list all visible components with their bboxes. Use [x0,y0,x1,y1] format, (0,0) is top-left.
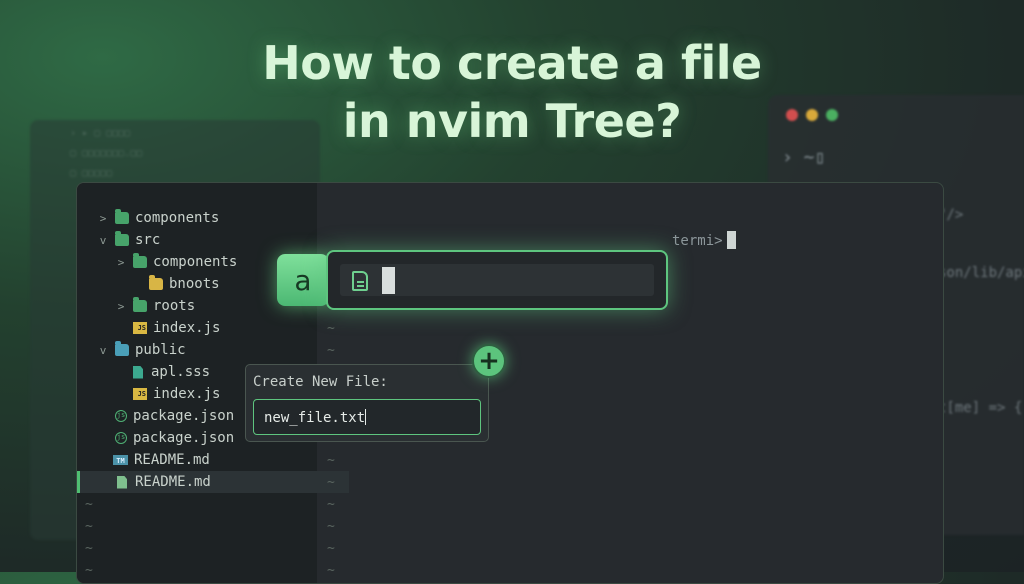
text-caret [365,409,367,425]
folder-icon [133,297,147,312]
tree-item-components[interactable]: > components [77,207,331,229]
create-file-dialog: Create New File: new_file.txt [245,364,489,442]
tree-item-src[interactable]: v src [77,229,331,251]
command-input[interactable] [340,264,654,296]
tree-item-label: src [135,232,161,248]
empty-line-marker: ~ [327,497,335,512]
node-icon: js [115,410,127,422]
file-name-input[interactable]: new_file.txt [253,399,481,435]
tree-item-public[interactable]: v public [77,339,331,361]
tree-item-readme[interactable]: TM README.md [77,449,347,471]
nvim-window: > components v src > components bnoots >… [76,182,944,584]
tree-item-readme-selected[interactable]: README.md [77,471,349,493]
background-prompt: › ~▯ [782,147,826,168]
empty-line-marker: ~ [327,321,335,336]
chevron-right-icon: > [99,211,107,225]
empty-line-marker: ~ [327,541,335,556]
keyboard-key-a: a [277,254,329,306]
empty-line-marker: ~ [85,541,93,556]
folder-icon [115,209,129,224]
js-file-icon: JS [133,388,147,400]
tree-item-label: index.js [153,320,221,336]
tree-item-label: bnoots [169,276,220,292]
file-icon [352,271,368,291]
folder-open-icon [115,231,129,246]
tree-item-label: roots [153,298,196,314]
page-title-line-1: How to create a file [262,36,762,90]
tree-item-index-js[interactable]: JS index.js [77,317,367,339]
tree-item-label: public [135,342,186,358]
page-title-line-2: in nvim Tree? [342,94,682,148]
new-file-command-bar[interactable] [326,250,668,310]
background-code: t[me] => { [938,400,1023,416]
folder-icon [133,253,147,268]
empty-line-marker: ~ [327,475,335,490]
background-text: ▢ ▢▢▢▢▢ [70,168,113,179]
tree-item-label: README.md [135,474,211,490]
tree-item-label: package.json [133,408,235,424]
tree-item-label: apl.sss [151,364,211,380]
folder-open-icon [115,341,129,356]
empty-line-marker: ~ [327,519,335,534]
file-name-value: new_file.txt [264,410,366,426]
tree-item-label: components [135,210,220,226]
empty-line-marker: ~ [327,563,335,578]
empty-line-marker: ~ [327,343,335,358]
terminal-cursor [726,231,736,249]
empty-line-marker: ~ [85,519,93,534]
tm-icon: TM [113,455,128,465]
background-text: ▢ ▢▢▢▢▢▢▢.▢▢ [70,148,143,159]
css-file-icon [133,365,143,379]
chevron-right-icon: > [117,299,125,313]
tree-item-label: package.json [133,430,235,446]
tree-item-label: components [153,254,238,270]
chevron-down-icon: v [99,233,107,247]
terminal-prompt[interactable]: termi> [672,231,736,249]
chevron-right-icon: > [117,255,125,269]
empty-line-marker: ~ [85,563,93,578]
folder-yellow-icon [149,275,163,290]
empty-line-marker: ~ [327,453,335,468]
add-file-button[interactable]: + [472,344,506,378]
node-icon: js [115,432,127,444]
terminal-prompt-text: termi> [672,233,723,249]
tree-item-label: README.md [134,452,210,468]
markdown-file-icon [117,475,127,489]
tree-item-label: index.js [153,386,221,402]
text-cursor [382,267,395,294]
js-file-icon: JS [133,322,147,334]
dialog-label: Create New File: [253,374,388,390]
chevron-down-icon: v [99,343,107,357]
empty-line-marker: ~ [85,497,93,512]
background-code: son/lib/api [938,265,1024,281]
